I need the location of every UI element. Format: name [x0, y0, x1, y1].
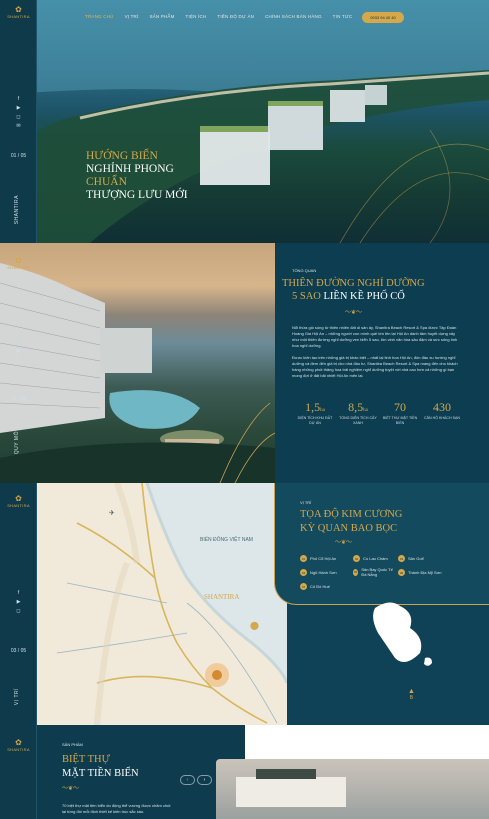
nav-item-sales-policy[interactable]: CHÍNH SÁCH BÁN HÀNG [265, 14, 322, 19]
place-marble-mountains[interactable]: 04 Ngũ Hành Sơn [300, 569, 337, 576]
compass-icon: ▲ B [408, 688, 415, 701]
ornament-icon: 〜❦〜 [62, 786, 80, 792]
social-links: f ▶ ◻ [0, 589, 37, 616]
lotus-logo-icon: ✿ [15, 256, 22, 265]
hotline-button[interactable]: 0933 94 40 40 [362, 12, 404, 23]
youtube-icon[interactable]: ▶ [0, 104, 37, 113]
hero-sidebar: ✿ SHANTIRA f ▶ ◻ ✉ 01 / 05 SHANTIRA [0, 0, 37, 243]
location-eyebrow: VỊ TRÍ [300, 500, 312, 505]
vertical-label: QUY MÔ [14, 431, 20, 455]
overview-sidebar: ✿ SHANTIRA f ▶ ◻ 02 / 05 QUY MÔ [0, 243, 37, 483]
nav-item-progress[interactable]: TIẾN ĐỘ DỰ ÁN [217, 14, 254, 19]
place-hue[interactable]: 07 Cố Đô Huế [300, 583, 330, 590]
cham-island-map [373, 602, 432, 666]
sea-label: BIỂN ĐÔNG VIỆT NAM [200, 537, 253, 543]
location-title-line1: TỌA ĐỘ KIM CƯƠNG [300, 509, 403, 520]
nav-item-products[interactable]: SẢN PHẨM [149, 14, 174, 19]
products-intro-panel: SẢN PHẨM BIỆT THỰ MẶT TIỀN BIỂN 〜❦〜 70 b… [37, 725, 245, 819]
location-map[interactable]: BIỂN ĐÔNG VIỆT NAM ✈ ⬤ SHANTIRA [37, 483, 287, 725]
overview-section: ✿ SHANTIRA f ▶ ◻ 02 / 05 QUY MÔ TỔNG QUA… [0, 243, 489, 483]
overview-paragraph-1: Nổi thừa gió sóng từ thiên nhiên đất di … [292, 325, 458, 348]
nav-item-home[interactable]: TRANG CHỦ [85, 14, 114, 19]
youtube-icon[interactable]: ▶ [0, 598, 37, 607]
ornament-icon: 〜❦〜 [335, 540, 353, 546]
map-illustration [56, 483, 287, 725]
lotus-logo-icon: ✿ [15, 738, 22, 747]
place-cu-lao-cham[interactable]: 02 Cù Lao Chàm [353, 555, 388, 562]
resort-illustration [0, 263, 275, 483]
plane-icon: ✈ [109, 510, 115, 517]
instagram-icon[interactable]: ◻ [0, 607, 37, 616]
arrow-left-icon[interactable]: ‹ [180, 775, 195, 785]
products-paragraph: 70 biệt thự mặt tiền biển do động thể vư… [62, 803, 171, 814]
instagram-icon[interactable]: ◻ [0, 356, 37, 365]
lotus-logo-icon: ✿ [15, 494, 22, 503]
facebook-icon[interactable]: f [0, 338, 37, 347]
page-indicator: 02 / 05 [10, 396, 27, 402]
vertical-label: SHANTIRA [14, 195, 20, 225]
products-title-line2: MẶT TIỀN BIỂN [62, 768, 139, 779]
products-eyebrow: SẢN PHẨM [62, 742, 83, 747]
products-title-line1: BIỆT THỰ [62, 754, 110, 765]
brand-logo-4[interactable]: ✿ SHANTIRA [4, 738, 33, 753]
page-indicator: 03 / 05 [10, 648, 27, 654]
stat-villas: 70 BIỆT THỰ MẶT TIỀN BIỂN [382, 400, 418, 425]
facebook-icon[interactable]: f [0, 95, 37, 104]
villa-photo [216, 759, 489, 819]
youtube-icon[interactable]: ▶ [0, 347, 37, 356]
overview-paragraph-2: Được kiến tạo trên những giá trị khác bi… [292, 355, 458, 378]
nav-item-location[interactable]: VỊ TRÍ [125, 14, 139, 19]
brand-logo[interactable]: ✿ SHANTIRA [4, 5, 33, 20]
ornament-icon: 〜❦〜 [345, 310, 363, 316]
facebook-icon[interactable]: f [0, 589, 37, 598]
page-indicator: 01 / 05 [10, 153, 27, 159]
stat-green-area: 8,5ha TỔNG DIỆN TÍCH CÂY XANH [339, 400, 377, 425]
social-links: f ▶ ◻ [0, 338, 37, 365]
stat-land-area: 1,5ha DIỆN TÍCH KHU ĐẤT DỰ ÁN [297, 400, 333, 425]
brand-logo-3[interactable]: ✿ SHANTIRA [4, 494, 33, 509]
stat-hotel-units: 430 CĂN HỘ KHÁCH SẠN [424, 400, 460, 420]
lotus-logo-icon: ✿ [15, 5, 22, 14]
instagram-icon[interactable]: ◻ [0, 113, 37, 122]
map-brand-label: SHANTIRA [204, 593, 240, 601]
location-sidebar: ✿ SHANTIRA f ▶ ◻ 03 / 05 VỊ TRÍ [0, 483, 37, 725]
location-info-card: VỊ TRÍ TỌA ĐỘ KIM CƯƠNG KỲ QUAN BAO BỌC … [274, 483, 489, 605]
nav-item-news[interactable]: TIN TỨC [333, 14, 353, 19]
brand-logo-2[interactable]: ✿ SHANTIRA [4, 256, 33, 271]
resort-photo [0, 243, 275, 483]
hero-aerial-image [0, 0, 489, 243]
location-title-line2: KỲ QUAN BAO BỌC [300, 523, 398, 534]
place-my-son[interactable]: 06 Thánh Địa Mỹ Sơn [398, 569, 442, 576]
products-section: ✿ SHANTIRA SẢN PHẨM BIỆT THỰ MẶT TIỀN BI… [0, 725, 489, 819]
overview-title-line1: THIÊN ĐƯỜNG NGHỈ DƯỠNG [282, 278, 425, 289]
place-golf[interactable]: 03 Sân Golf [398, 555, 424, 562]
overview-title-line2: 5 SAO LIỀN KỀ PHỐ CỔ [292, 291, 405, 302]
place-old-town[interactable]: 01 Phố Cổ Hội An [300, 555, 336, 562]
location-section: ✿ SHANTIRA f ▶ ◻ 03 / 05 VỊ TRÍ BIỂN ĐÔN… [0, 483, 489, 725]
hero-section: ✿ SHANTIRA f ▶ ◻ ✉ 01 / 05 SHANTIRA TRAN… [0, 0, 489, 243]
social-links: f ▶ ◻ ✉ [0, 95, 37, 131]
products-sidebar: ✿ SHANTIRA [0, 725, 37, 819]
mail-icon[interactable]: ✉ [0, 122, 37, 131]
nav-item-amenities[interactable]: TIỆN ÍCH [186, 14, 207, 19]
location-pin-icon[interactable]: ⬤ [250, 621, 259, 630]
arrow-right-icon[interactable]: › [197, 775, 212, 785]
place-airport[interactable]: 05 Sân Bay Quốc Tế Đà Nẵng [353, 567, 398, 577]
overview-eyebrow: TỔNG QUAN [292, 268, 317, 273]
hero-headline: HƯỚNG BIỂN NGHỈNH PHONG CHUẨN THƯỢNG LƯU… [86, 150, 188, 201]
vertical-label: VỊ TRÍ [14, 688, 20, 706]
